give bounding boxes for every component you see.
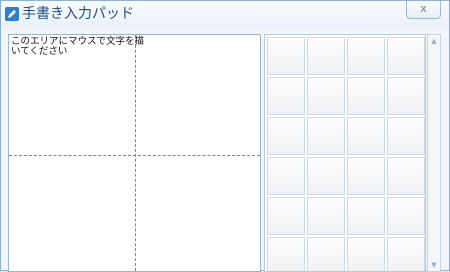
candidate-cell[interactable]	[307, 77, 345, 115]
drawing-instruction: このエリアにマウスで文字を描いてください	[11, 36, 145, 57]
candidate-cell[interactable]	[347, 237, 385, 271]
scroll-up-icon[interactable]: ▲	[428, 35, 440, 47]
vertical-guide-line	[135, 35, 136, 271]
candidate-cell[interactable]	[347, 77, 385, 115]
candidate-cell[interactable]	[347, 157, 385, 195]
scroll-down-icon[interactable]: ▼	[428, 259, 440, 271]
title-bar: 手書き入力パッド x	[1, 1, 449, 28]
candidate-cell[interactable]	[387, 157, 425, 195]
close-button[interactable]: x	[406, 1, 441, 19]
candidate-cell[interactable]	[387, 117, 425, 155]
candidate-cell[interactable]	[267, 77, 305, 115]
candidate-cell[interactable]	[347, 197, 385, 235]
candidate-cell[interactable]	[347, 117, 385, 155]
candidate-cell[interactable]	[387, 37, 425, 75]
candidate-cell[interactable]	[267, 237, 305, 271]
candidate-cell[interactable]	[307, 197, 345, 235]
candidate-cell[interactable]	[267, 197, 305, 235]
candidate-cell[interactable]	[307, 37, 345, 75]
drawing-area[interactable]: このエリアにマウスで文字を描いてください	[8, 34, 261, 272]
candidate-cell[interactable]	[307, 237, 345, 271]
candidate-cell[interactable]	[307, 157, 345, 195]
candidate-cell[interactable]	[387, 77, 425, 115]
candidate-cell[interactable]	[267, 37, 305, 75]
candidate-cell[interactable]	[307, 117, 345, 155]
horizontal-guide-line	[9, 155, 260, 156]
candidate-cell[interactable]	[347, 37, 385, 75]
candidate-cell[interactable]	[267, 157, 305, 195]
candidate-cell[interactable]	[267, 117, 305, 155]
window-title: 手書き入力パッド	[22, 6, 134, 22]
candidate-cell[interactable]	[387, 197, 425, 235]
candidate-cell[interactable]	[387, 237, 425, 271]
candidate-scrollbar[interactable]: ▲ ▼	[427, 34, 441, 272]
candidate-grid	[264, 34, 426, 272]
handwriting-pad-window: 手書き入力パッド x このエリアにマウスで文字を描いてください ▲ ▼	[0, 0, 450, 272]
pen-icon	[5, 7, 19, 21]
